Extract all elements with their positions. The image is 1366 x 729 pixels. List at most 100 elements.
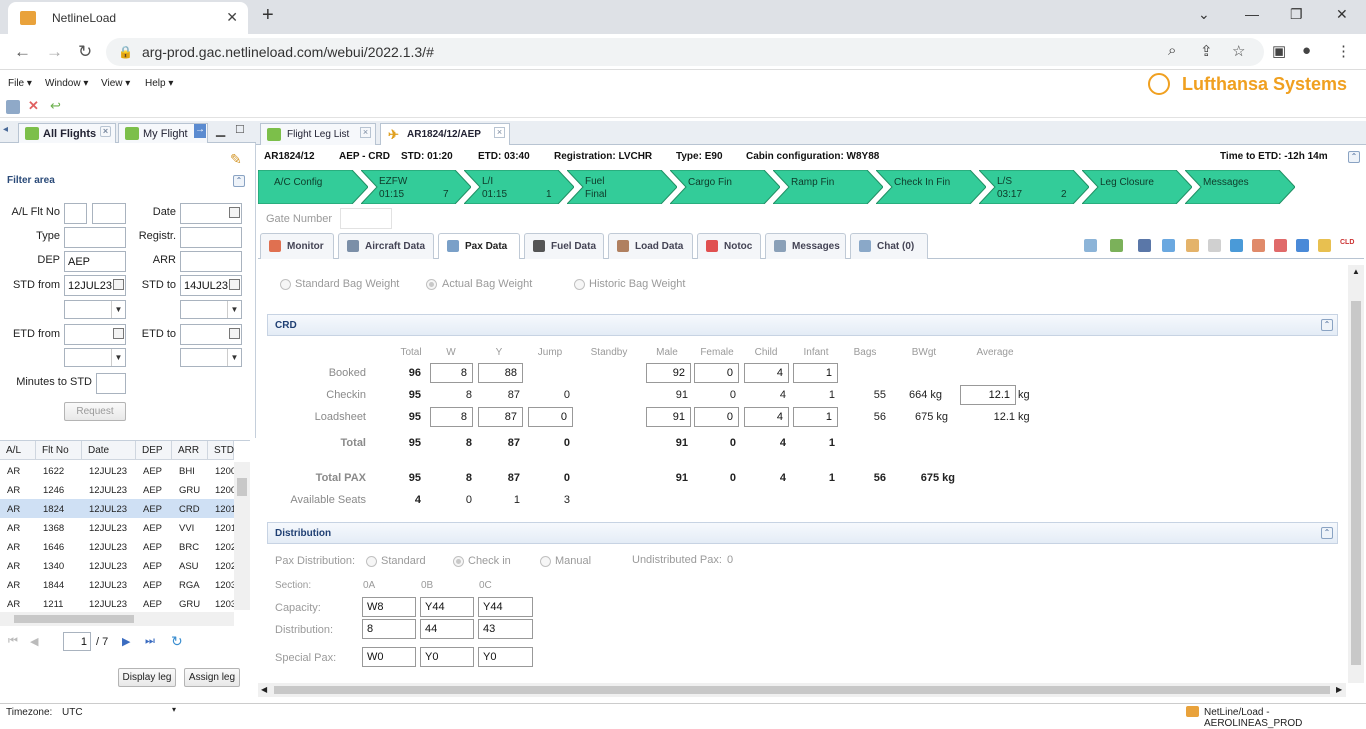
new-tab-icon[interactable]: + (262, 4, 274, 27)
booked-w-input[interactable]: 8 (430, 363, 473, 383)
column-header-flt-no[interactable]: Flt No (36, 441, 82, 460)
etd-from-time-select[interactable]: ▼ (64, 348, 126, 367)
tab-messages[interactable]: Messages (765, 233, 846, 259)
manual-distribution-radio[interactable] (540, 556, 551, 567)
profile-avatar-icon[interactable]: ● (1302, 42, 1311, 59)
etd-to-time-select[interactable]: ▼ (180, 348, 242, 367)
workflow-step[interactable]: Ramp Fin (773, 170, 883, 204)
lock-doc-icon[interactable] (1318, 239, 1331, 252)
special-pax-0c-input[interactable]: Y0 (478, 647, 533, 667)
chevron-down-icon[interactable]: ▾ (172, 705, 176, 714)
edit-icon[interactable] (1296, 239, 1309, 252)
scroll-up-icon[interactable]: ▲ (1352, 267, 1360, 276)
collapse-distribution-icon[interactable]: ⌃ (1321, 527, 1333, 539)
tab-current-leg[interactable]: ✈ AR1824/12/AEP × (380, 123, 510, 145)
dep-input[interactable] (64, 251, 126, 272)
close-tab-icon[interactable]: × (360, 127, 371, 138)
booked-infant-input[interactable]: 1 (793, 363, 838, 383)
url-field[interactable]: 🔒 arg-prod.gac.netlineload.com/webui/202… (106, 38, 1264, 66)
table-row[interactable]: AR 1211 12JUL23 AEP GRU 1203 (0, 594, 236, 613)
scrollbar-thumb[interactable] (14, 615, 134, 623)
first-page-icon[interactable]: ⏮ (8, 635, 18, 648)
airline-input[interactable] (64, 203, 87, 224)
standard-bag-weight-radio[interactable] (280, 279, 291, 290)
content-horizontal-scrollbar[interactable]: ◀ ▶ (258, 683, 1346, 697)
workflow-step[interactable]: Check In Fin (876, 170, 986, 204)
table-row[interactable]: AR 1844 12JUL23 AEP RGA 1203 (0, 575, 236, 594)
historic-bag-weight-radio[interactable] (574, 279, 585, 290)
close-tab-icon[interactable]: × (494, 127, 505, 138)
restore-icon[interactable]: ❐ (1290, 6, 1303, 23)
swap-icon[interactable] (1110, 239, 1123, 252)
calendar-icon[interactable] (113, 279, 124, 290)
tab-pax-data[interactable]: Pax Data (438, 233, 520, 259)
booked-male-input[interactable]: 92 (646, 363, 691, 383)
tab-aircraft-data[interactable]: Aircraft Data (338, 233, 434, 259)
back-icon[interactable]: ← (14, 42, 31, 62)
tab-fuel-data[interactable]: Fuel Data (524, 233, 604, 259)
actual-bag-weight-radio[interactable] (426, 279, 437, 290)
tab-search-chevron-icon[interactable]: ⌄ (1198, 6, 1210, 23)
bookmark-star-icon[interactable]: ☆ (1232, 42, 1245, 60)
special-pax-0a-input[interactable]: W0 (362, 647, 416, 667)
timezone-value[interactable]: UTC (62, 707, 83, 718)
tab-load-data[interactable]: Load Data (608, 233, 693, 259)
scrollbar-thumb[interactable] (274, 686, 1330, 694)
prev-page-icon[interactable]: ◀ (30, 635, 38, 648)
cancel-icon[interactable]: ✕ (28, 99, 42, 114)
page-input[interactable] (63, 632, 91, 651)
share-icon[interactable]: ⇪ (1200, 42, 1213, 60)
table-row[interactable]: AR 1368 12JUL23 AEP VVI 1201 (0, 518, 236, 537)
gate-number-input[interactable] (340, 208, 392, 229)
reload-icon[interactable]: ↻ (78, 42, 92, 62)
workflow-step[interactable]: Cargo Fin (670, 170, 780, 204)
minimize-panel-icon[interactable]: ▁ (216, 123, 225, 137)
column-header-a-l[interactable]: A/L (0, 441, 36, 460)
close-tab-icon[interactable]: ✕ (226, 9, 238, 26)
calendar-icon[interactable] (229, 279, 240, 290)
collapse-header-icon[interactable]: ⌃ (1348, 151, 1360, 163)
std-from-time-select[interactable]: ▼ (64, 300, 126, 319)
tab-chat[interactable]: Chat (0) (850, 233, 928, 259)
loadsheet-female-input[interactable]: 0 (694, 407, 739, 427)
distribution-0b-input[interactable]: 44 (420, 619, 474, 639)
column-header-std[interactable]: STD (208, 441, 234, 460)
booked-y-input[interactable]: 88 (478, 363, 523, 383)
workflow-step[interactable]: Leg Closure (1082, 170, 1192, 204)
distribution-0a-input[interactable]: 8 (362, 619, 416, 639)
workflow-step[interactable]: L/I 01:15 1 (464, 170, 574, 204)
transfer-icon[interactable] (1084, 239, 1097, 252)
calendar-icon[interactable] (229, 207, 240, 218)
loadsheet-w-input[interactable]: 8 (430, 407, 473, 427)
flights-vertical-scrollbar[interactable] (234, 462, 250, 610)
checkin-distribution-radio[interactable] (453, 556, 464, 567)
minutes-to-std-input[interactable] (96, 373, 126, 394)
flight-number-input[interactable] (92, 203, 126, 224)
standard-distribution-radio[interactable] (366, 556, 377, 567)
flights-horizontal-scrollbar[interactable] (0, 612, 234, 626)
undo-icon[interactable]: ↩ (50, 99, 64, 114)
table-row[interactable]: AR 1824 12JUL23 AEP CRD 1201 (0, 499, 236, 518)
table-row[interactable]: AR 1622 12JUL23 AEP BHI 1200 (0, 461, 236, 480)
tab-all-flights[interactable]: All Flights × (18, 123, 116, 143)
content-vertical-scrollbar[interactable]: ▲ (1348, 265, 1364, 683)
filter-tool-icon[interactable]: ✎ (230, 151, 242, 168)
side-panel-icon[interactable]: ▣ (1272, 42, 1286, 60)
column-header-date[interactable]: Date (82, 441, 136, 460)
distribution-0c-input[interactable]: 43 (478, 619, 533, 639)
menu-file[interactable]: File ▾ (8, 78, 32, 89)
document-icon[interactable] (1162, 239, 1175, 252)
loadsheet-infant-input[interactable]: 1 (793, 407, 838, 427)
scroll-left-icon[interactable]: ◂ (3, 124, 8, 135)
menu-view[interactable]: View ▾ (101, 78, 130, 89)
scrollbar-thumb[interactable] (1351, 301, 1361, 665)
browser-tab[interactable]: NetlineLoad ✕ (8, 2, 248, 34)
collapse-filter-icon[interactable]: ⌃ (233, 175, 245, 187)
refresh-icon[interactable]: ↻ (171, 633, 183, 650)
menu-window[interactable]: Window ▾ (45, 78, 88, 89)
std-to-time-select[interactable]: ▼ (180, 300, 242, 319)
booked-child-input[interactable]: 4 (744, 363, 789, 383)
last-page-icon[interactable]: ⏭ (145, 635, 155, 648)
workflow-step[interactable]: A/C Config (258, 170, 368, 204)
calendar-icon[interactable] (229, 328, 240, 339)
